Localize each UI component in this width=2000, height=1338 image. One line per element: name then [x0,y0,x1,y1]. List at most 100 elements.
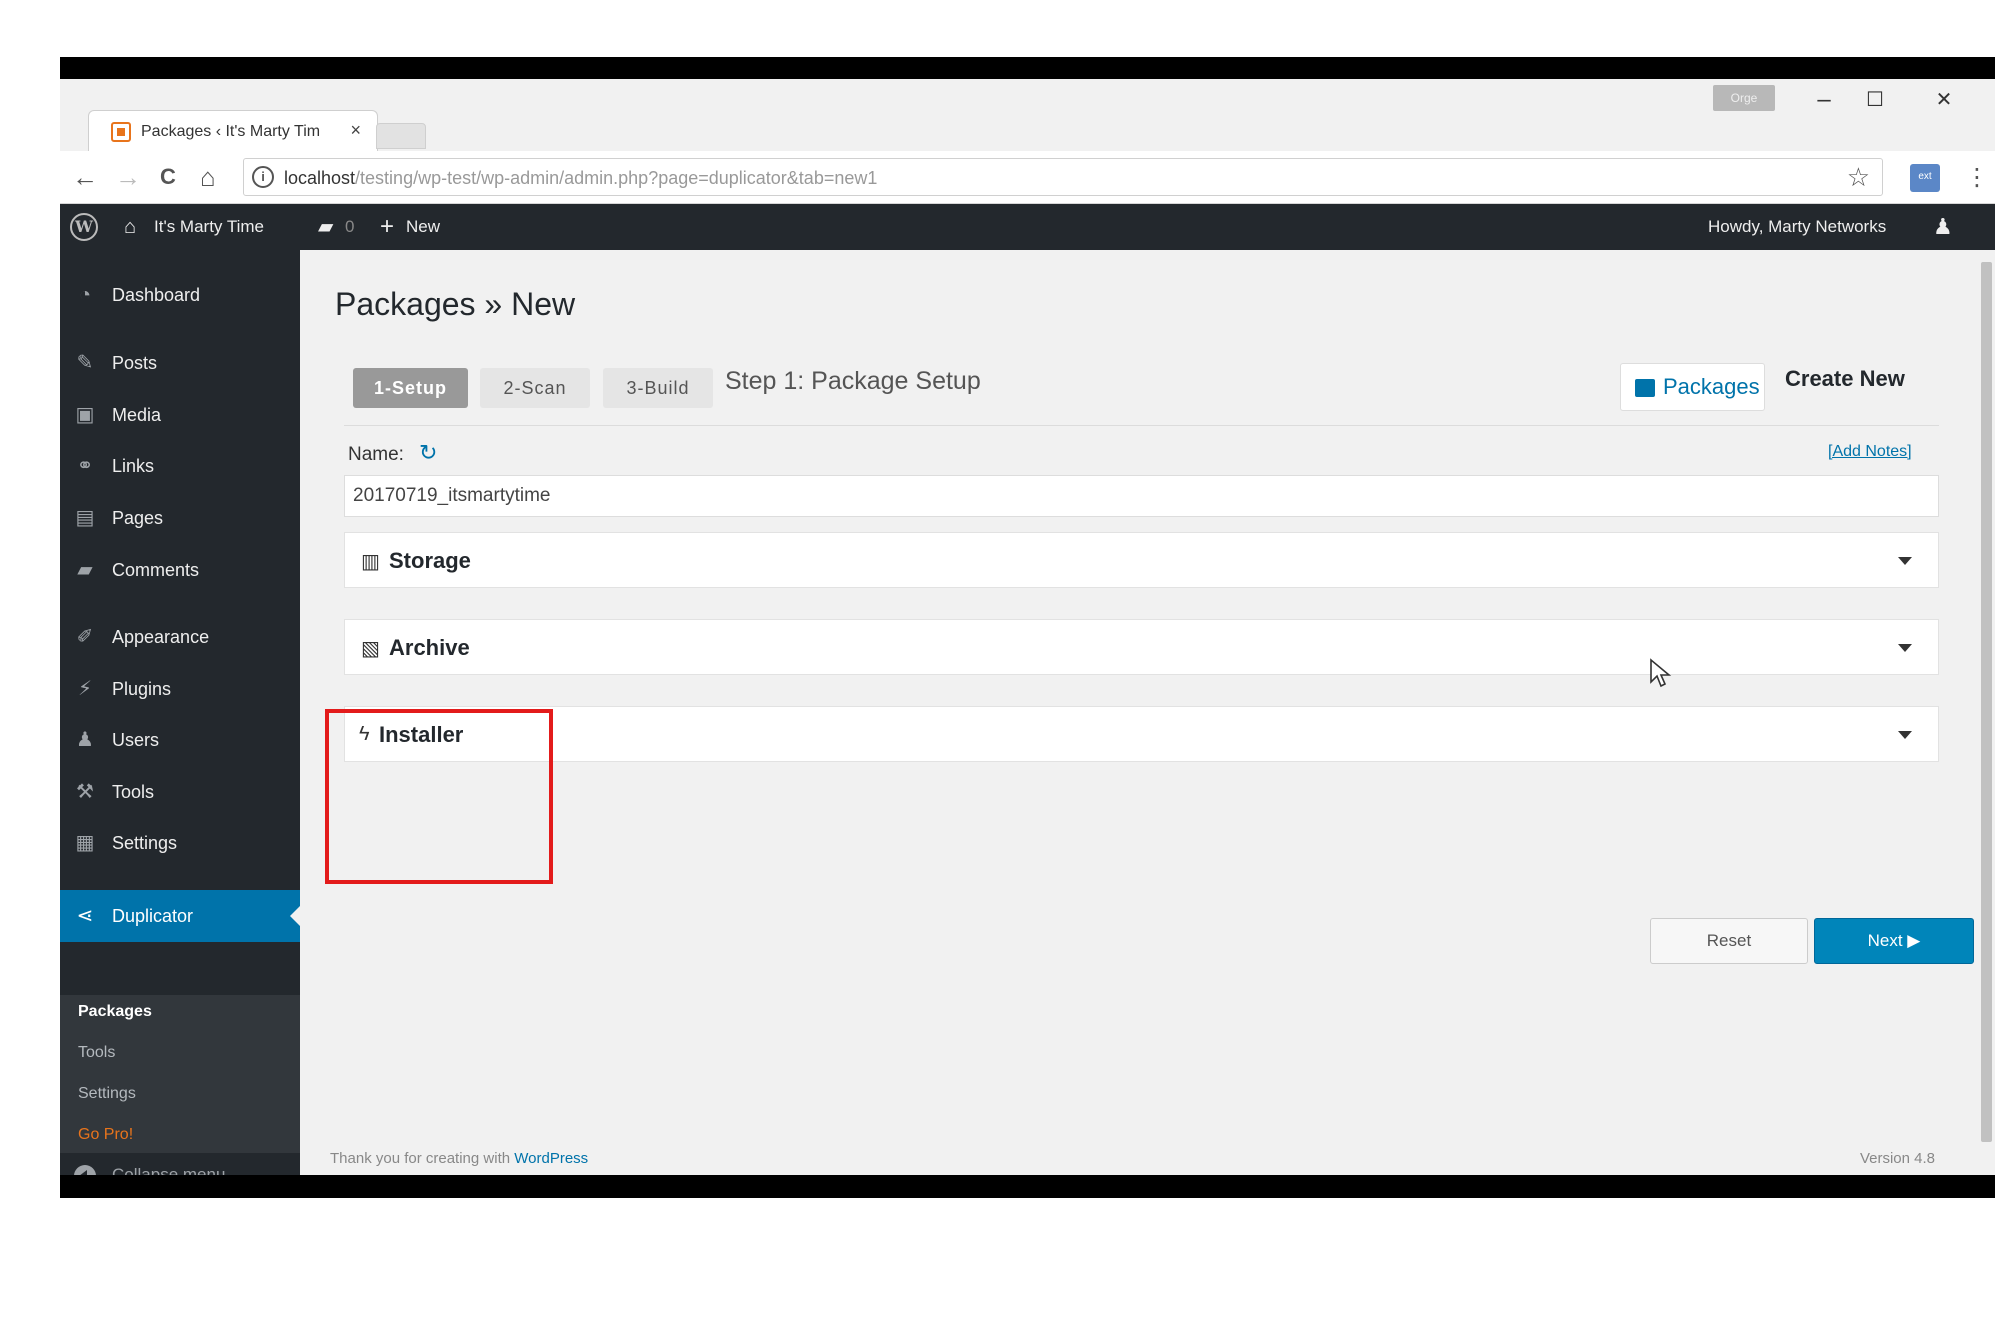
menu-label: Posts [112,353,158,373]
menu-item-settings[interactable]: ▦ Settings [60,823,300,863]
menu-item-plugins[interactable]: ⚡ Plugins [60,669,300,709]
plus-icon[interactable]: + [380,204,394,250]
url-text: localhost/testing/wp-test/wp-admin/admin… [284,168,877,189]
settings-icon: ▦ [75,832,95,854]
refresh-name-icon[interactable]: ↻ [419,440,437,466]
menu-item-tools[interactable]: ⚒ Tools [60,772,300,812]
home-site-icon: ⌂ [124,216,137,238]
menu-label: Appearance [112,627,210,647]
divider [344,425,1939,426]
caret-down-icon[interactable] [1898,557,1912,565]
browser-menu-icon[interactable]: ⋮ [1965,163,1989,192]
caret-down-icon[interactable] [1898,644,1912,652]
menu-label: Duplicator [112,906,194,926]
close-window-button[interactable]: ✕ [1924,85,1964,115]
profile-badge[interactable]: Orge [1713,85,1775,111]
browser-titlebar: Packages ‹ It's Marty Tim × Orge – ☐ ✕ [60,79,1995,151]
collapse-label: Collapse menu [112,1165,226,1175]
menu-item-links[interactable]: ⚭ Links [60,446,300,486]
dashboard-icon: ◔ [78,284,92,306]
panel-title: Storage [389,548,471,573]
main-content: Packages » New 1-Setup 2-Scan 3-Build St… [300,250,1975,1175]
pin-icon: ✎ [76,352,94,374]
back-icon[interactable]: ← [72,161,98,193]
menu-label: Media [112,405,162,425]
step-setup: 1-Setup [353,368,468,408]
submenu-go-pro[interactable]: Go Pro! [78,1126,133,1144]
brush-icon: ✐ [76,626,94,648]
menu-item-pages[interactable]: ▤ Pages [60,498,300,538]
collapse-menu-button[interactable]: Collapse menu [60,1155,300,1175]
menu-label: Comments [112,560,200,580]
wordpress-link[interactable]: WordPress [514,1150,588,1167]
menu-item-posts[interactable]: ✎ Posts [60,343,300,383]
submenu-settings[interactable]: Settings [78,1085,136,1103]
video-frame: Packages ‹ It's Marty Tim × Orge – ☐ ✕ ←… [60,57,1995,1198]
collapse-icon [74,1165,96,1175]
new-tab-button[interactable] [376,123,426,149]
browser-tab[interactable]: Packages ‹ It's Marty Tim × [88,110,378,151]
maximize-button[interactable]: ☐ [1855,85,1895,115]
menu-item-dashboard[interactable]: ◔ Dashboard [60,275,300,315]
next-button[interactable]: Next ▶ [1814,918,1974,964]
share-icon: ⋖ [76,905,94,927]
reload-icon[interactable]: C [160,161,176,193]
page-scrollbar[interactable] [1978,250,1995,1175]
tab-close-icon[interactable]: × [350,120,361,141]
menu-item-appearance[interactable]: ✐ Appearance [60,617,300,657]
menu-label: Links [112,456,155,476]
address-bar[interactable]: i localhost/testing/wp-test/wp-admin/adm… [243,158,1883,196]
menu-item-media[interactable]: ▣ Media [60,395,300,435]
installer-panel[interactable]: ϟ Installer [344,706,1939,762]
storage-panel[interactable]: ▥ Storage [344,532,1939,588]
file-zip-icon: ▧ [361,638,380,660]
packages-label: Packages [1663,374,1760,399]
archive-panel[interactable]: ▧ Archive [344,619,1939,675]
user-icon: ♟ [76,729,94,751]
tab-title: Packages ‹ It's Marty Tim [141,123,321,140]
howdy-user-link[interactable]: Howdy, Marty Networks [1708,204,1886,250]
scrollbar-thumb[interactable] [1981,262,1992,1142]
add-notes-link[interactable]: [Add Notes] [1828,443,1912,461]
wp-admin-bar: W ⌂ It's Marty Time ▰ 0 + New Howdy, Mar… [60,204,1995,250]
mouse-cursor-icon [1650,658,1672,688]
browser-window: Packages ‹ It's Marty Tim × Orge – ☐ ✕ ←… [60,79,1995,1175]
menu-label: Pages [112,508,164,528]
link-icon: ⚭ [76,455,94,477]
menu-item-duplicator[interactable]: ⋖ Duplicator [60,890,300,942]
caret-down-icon[interactable] [1898,731,1912,739]
site-name-link[interactable]: It's Marty Time [154,204,264,250]
comments-count[interactable]: 0 [345,204,354,250]
red-highlight-box [325,709,553,884]
packages-button[interactable]: Packages [1620,363,1765,411]
submenu-tools[interactable]: Tools [78,1044,115,1062]
version-text: Version 4.8 [1859,1150,1935,1167]
menu-item-comments[interactable]: ▰ Comments [60,550,300,590]
create-new-tab[interactable]: Create New [1785,366,1905,392]
step-title: Step 1: Package Setup [725,367,981,395]
menu-label: Users [112,730,160,750]
home-icon[interactable]: ⌂ [200,161,216,193]
comment-icon: ▰ [77,559,93,581]
footer-text: Thank you for creating with WordPress [330,1150,588,1167]
url-host: localhost [284,168,356,188]
info-icon[interactable]: i [252,166,274,188]
new-content-link[interactable]: New [406,204,440,250]
reset-button[interactable]: Reset [1650,918,1808,964]
menu-item-users[interactable]: ♟ Users [60,720,300,760]
submenu-packages[interactable]: Packages [78,1003,152,1021]
name-label: Name: [348,444,404,465]
comments-icon[interactable]: ▰ [318,204,333,250]
url-path: /testing/wp-test/wp-admin/admin.php?page… [355,168,878,188]
page-title: Packages » New [335,286,576,322]
bookmark-star-icon[interactable]: ☆ [1847,162,1870,193]
packages-icon [1635,379,1655,397]
media-icon: ▣ [75,404,95,426]
user-avatar-icon[interactable]: ♟ [1933,204,1953,250]
forward-icon[interactable]: → [115,161,141,193]
minimize-button[interactable]: – [1804,85,1844,115]
current-menu-arrow [290,906,300,926]
wordpress-logo-icon[interactable]: W [70,213,98,241]
duplicator-submenu: Packages Tools Settings Go Pro! [60,995,300,1153]
package-name-input[interactable]: 20170719_itsmartytime [344,475,1939,517]
